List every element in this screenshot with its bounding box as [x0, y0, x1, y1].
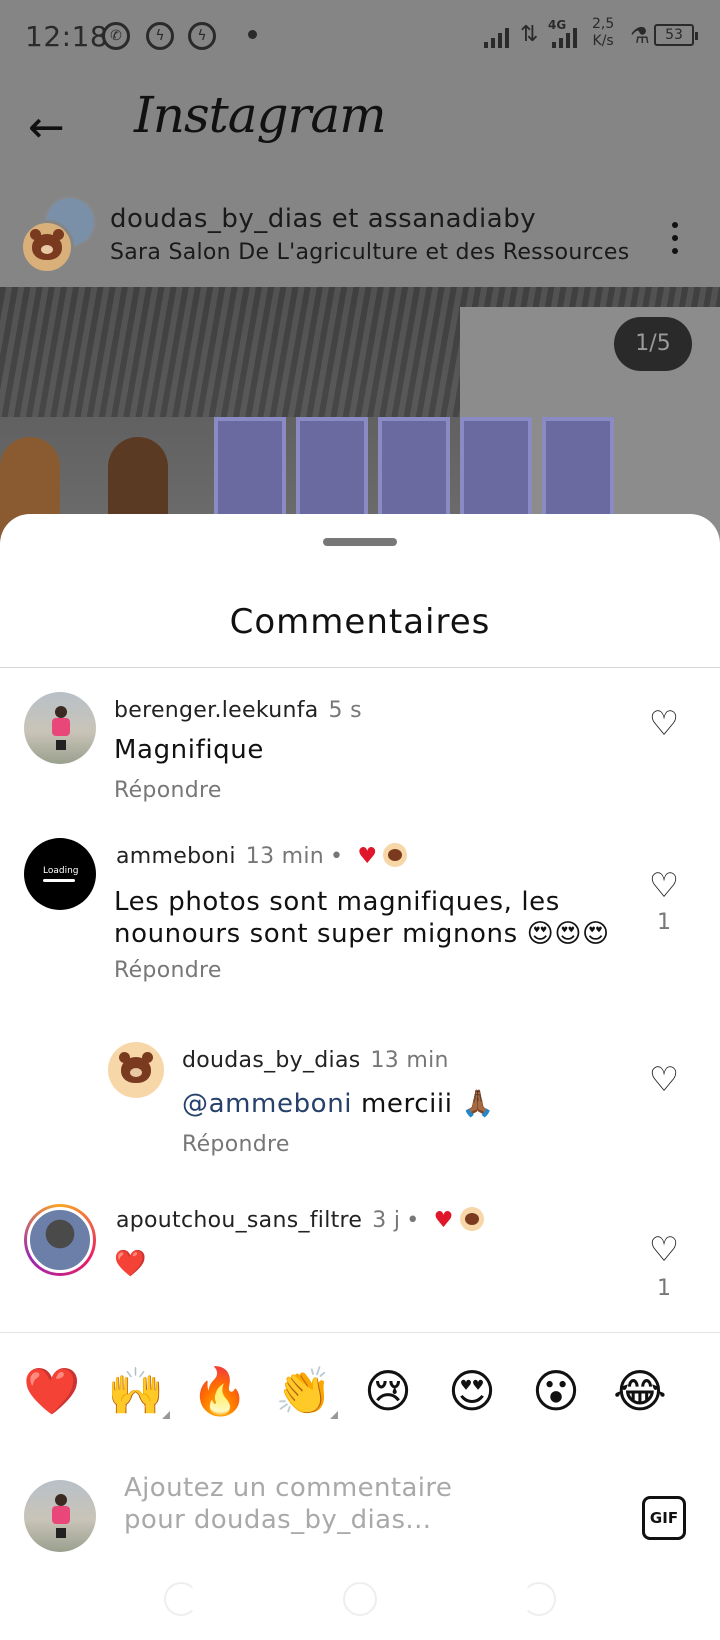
author-avatar-small — [459, 1207, 484, 1231]
arrow-left-icon: ← — [28, 102, 65, 153]
avatar-loading-text: Loading — [43, 866, 79, 876]
emoji-clap-glyph: 👏 — [275, 1364, 333, 1418]
network-speed-unit: K/s — [592, 33, 614, 49]
post-header: doudas_by_dias et assanadiaby Sara Salon… — [0, 190, 720, 286]
bear-logo-icon — [119, 1052, 153, 1083]
comment-username[interactable]: doudas_by_dias — [182, 1048, 360, 1073]
comment-time: 13 min — [245, 844, 325, 869]
comment-header: berenger.leekunfa 5 s — [114, 698, 362, 723]
comment-text: ❤️ — [114, 1249, 147, 1279]
reply-button[interactable]: Répondre — [114, 778, 222, 803]
like-count: 1 — [657, 1276, 671, 1301]
comment-time: 5 s — [328, 698, 362, 723]
comment-username[interactable]: berenger.leekunfa — [114, 698, 319, 723]
nav-back-icon[interactable] — [164, 1582, 198, 1616]
emoji-raising-hands-glyph: 🙌 — [107, 1364, 165, 1418]
battery-icon: 53 — [654, 24, 698, 46]
back-button[interactable]: ← — [28, 100, 84, 156]
comment-time: 13 min — [370, 1048, 449, 1073]
avatar[interactable] — [24, 692, 96, 764]
author-liked-heart-icon: ♥ — [433, 1208, 454, 1233]
comment-header: apoutchou_sans_filtre 3 j • ♥ — [116, 1207, 484, 1233]
sheet-title: Commentaires — [229, 602, 491, 642]
app-title: Instagram — [134, 86, 387, 144]
avatar[interactable] — [108, 1042, 164, 1098]
status-bar: 12:18 ✆ ϟ ϟ ⇅ 4G 2,5 K/s ⚗ 53 — [0, 0, 720, 72]
post-image[interactable]: 1/5 — [0, 287, 720, 540]
image-counter: 1/5 — [614, 317, 692, 371]
messenger-icon: ϟ — [146, 22, 174, 50]
reply-button[interactable]: Répondre — [182, 1132, 290, 1157]
mention-link[interactable]: @ammeboni — [182, 1089, 352, 1119]
comment-text: Les photos sont magnifiques, les nounour… — [114, 887, 610, 949]
author-liked-heart-icon: ♥ — [357, 844, 378, 869]
comment-list[interactable]: berenger.leekunfa 5 s Magnifique Répondre… — [0, 668, 720, 1333]
network-speed-value: 2,5 — [592, 16, 615, 32]
emoji-surprised-button[interactable]: 😮 — [526, 1361, 586, 1421]
emoji-heart-eyes-button[interactable]: 😍 — [442, 1361, 502, 1421]
comment-username[interactable]: apoutchou_sans_filtre — [116, 1208, 362, 1233]
current-user-avatar — [24, 1480, 96, 1552]
comment-text: Magnifique — [114, 735, 264, 765]
skin-tone-corner-icon — [330, 1411, 338, 1419]
comment-username[interactable]: ammeboni — [116, 844, 236, 869]
nav-home-icon[interactable] — [343, 1582, 377, 1616]
sheet-grabber[interactable] — [323, 538, 397, 546]
signal-icon — [552, 24, 577, 48]
comment-time: 3 j — [372, 1208, 401, 1233]
whatsapp-icon: ✆ — [102, 22, 130, 50]
emoji-heart-button[interactable]: ❤️ — [22, 1361, 82, 1421]
avatar[interactable]: Loading — [24, 838, 96, 910]
system-nav-bar — [0, 1560, 720, 1640]
comment-text: @ammeboni merciii 🙏🏾 — [182, 1088, 494, 1120]
gif-button[interactable]: GIF — [642, 1496, 686, 1540]
emoji-fire-button[interactable]: 🔥 — [190, 1361, 250, 1421]
author-avatar-small — [383, 843, 408, 867]
like-heart-icon[interactable]: ♡ — [646, 1062, 682, 1098]
like-heart-icon[interactable]: ♡ — [646, 1232, 682, 1268]
flask-icon: ⚗ — [630, 24, 650, 49]
network-speed: 2,5 K/s — [592, 16, 614, 50]
comments-sheet: Commentaires berenger.leekunfa 5 s Magnif… — [0, 514, 720, 1640]
comment-composer: GIF — [0, 1452, 720, 1562]
emoji-raising-hands-button[interactable]: 🙌 — [106, 1361, 170, 1421]
like-count: 1 — [657, 910, 671, 935]
battery-level: 53 — [665, 27, 683, 43]
avatar[interactable] — [24, 1204, 96, 1276]
status-time: 12:18 — [25, 20, 109, 53]
reply-button[interactable]: Répondre — [114, 958, 222, 983]
like-heart-icon[interactable]: ♡ — [646, 868, 682, 904]
like-heart-icon[interactable]: ♡ — [646, 706, 682, 742]
messenger-icon: ϟ — [188, 22, 216, 50]
comment-input[interactable] — [124, 1472, 514, 1546]
separator-dot: • — [330, 844, 344, 869]
emoji-crying-button[interactable]: 😢 — [358, 1361, 418, 1421]
comment-header: ammeboni 13 min • ♥ — [116, 843, 408, 869]
author-avatar[interactable] — [20, 220, 74, 274]
notification-dot-icon — [248, 30, 257, 39]
signal-icon — [484, 24, 509, 48]
skin-tone-corner-icon — [162, 1411, 170, 1419]
emoji-clap-button[interactable]: 👏 — [274, 1361, 338, 1421]
comment-header: doudas_by_dias 13 min — [182, 1048, 449, 1073]
comment-text-body: merciii 🙏🏾 — [352, 1089, 495, 1119]
bear-logo-icon — [30, 229, 64, 260]
more-options-icon[interactable] — [660, 218, 690, 258]
post-location[interactable]: Sara Salon De L'agriculture et des Resso… — [110, 240, 630, 265]
data-transfer-icon: ⇅ — [520, 22, 539, 47]
quick-emoji-bar: ❤️ 🙌 🔥 👏 😢 😍 😮 😂 — [0, 1332, 720, 1452]
nav-recent-icon[interactable] — [522, 1582, 556, 1616]
separator-dot: • — [406, 1208, 420, 1233]
emoji-laughing-button[interactable]: 😂 — [610, 1361, 670, 1421]
post-usernames[interactable]: doudas_by_dias et assanadiaby — [110, 204, 536, 234]
